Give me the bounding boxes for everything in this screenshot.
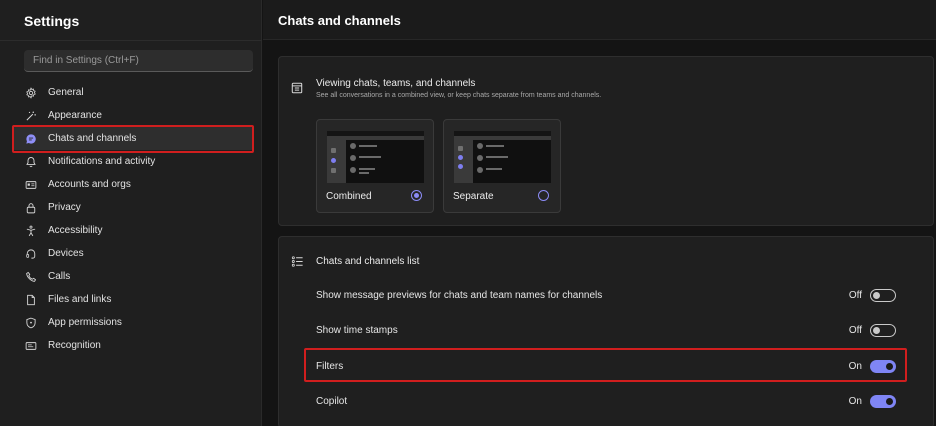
filters-toggle[interactable] [870,359,896,373]
toggle-state-text: On [848,395,862,407]
page-title: Chats and channels [278,13,401,28]
view-option-separate[interactable]: Separate [443,119,561,213]
settings-sidebar: Settings General Appearance Chats and ch… [0,0,262,426]
view-option-combined[interactable]: Combined [316,119,434,213]
settings-nav: General Appearance Chats and channels No… [12,81,254,357]
view-option-label: Combined [326,191,372,202]
chat-bubble-icon [24,132,38,146]
viewing-card-title: Viewing chats, teams, and channels [316,78,476,89]
accessibility-icon [24,224,38,238]
sidebar-item-accessibility[interactable]: Accessibility [12,219,254,242]
sidebar-item-general[interactable]: General [12,81,254,104]
sidebar-item-label: Calls [48,271,71,282]
recognition-icon [24,339,38,353]
sidebar-item-accounts[interactable]: Accounts and orgs [12,173,254,196]
setting-time-stamps: Show time stamps Off [316,320,896,340]
time-stamps-toggle[interactable] [870,323,896,337]
sidebar-item-label: Devices [48,248,84,259]
sidebar-item-label: Files and links [48,294,112,305]
combined-view-preview [327,131,424,183]
sidebar-item-label: Recognition [48,340,101,351]
sidebar-item-privacy[interactable]: Privacy [12,196,254,219]
sidebar-item-notifications[interactable]: Notifications and activity [12,150,254,173]
settings-search-box[interactable] [24,50,253,72]
sidebar-item-label: Privacy [48,202,81,213]
viewing-card-subtitle: See all conversations in a combined view… [316,92,602,99]
sidebar-item-files-and-links[interactable]: Files and links [12,288,254,311]
toggle-state-text: On [848,360,862,372]
bulleted-list-icon [291,255,305,269]
id-card-icon [24,178,38,192]
separate-radio[interactable] [538,190,549,201]
sidebar-item-recognition[interactable]: Recognition [12,334,254,357]
chats-list-title: Chats and channels list [316,256,420,267]
lock-icon [24,201,38,215]
sidebar-item-label: Notifications and activity [48,156,156,167]
combined-radio[interactable] [411,190,422,201]
main-header: Chats and channels [263,0,936,40]
gear-icon [24,86,38,100]
shield-icon [24,316,38,330]
search-input[interactable] [24,50,253,71]
sidebar-item-app-permissions[interactable]: App permissions [12,311,254,334]
setting-message-previews: Show message previews for chats and team… [316,285,896,305]
sidebar-item-label: App permissions [48,317,122,328]
layout-window-icon [291,81,305,95]
sidebar-item-label: General [48,87,84,98]
copilot-toggle[interactable] [870,394,896,408]
setting-label: Show message previews for chats and team… [316,289,603,301]
toggle-state-text: Off [848,324,862,336]
sidebar-item-label: Accounts and orgs [48,179,131,190]
bell-icon [24,155,38,169]
sidebar-item-label: Appearance [48,110,102,121]
sidebar-item-appearance[interactable]: Appearance [12,104,254,127]
setting-label: Filters [316,360,344,372]
setting-label: Copilot [316,395,348,407]
phone-icon [24,270,38,284]
sidebar-item-chats-and-channels[interactable]: Chats and channels [12,127,254,150]
sidebar-item-devices[interactable]: Devices [12,242,254,265]
document-icon [24,293,38,307]
setting-copilot: Copilot On [316,391,896,411]
sidebar-divider [0,40,262,41]
sidebar-item-calls[interactable]: Calls [12,265,254,288]
wand-icon [24,109,38,123]
sidebar-item-label: Accessibility [48,225,103,236]
separate-view-preview [454,131,551,183]
setting-label: Show time stamps [316,324,398,336]
headset-icon [24,247,38,261]
view-option-label: Separate [453,191,494,202]
toggle-state-text: Off [848,289,862,301]
setting-filters: Filters On [316,356,896,376]
message-previews-toggle[interactable] [870,288,896,302]
sidebar-title: Settings [24,13,80,29]
sidebar-item-label: Chats and channels [48,133,137,144]
